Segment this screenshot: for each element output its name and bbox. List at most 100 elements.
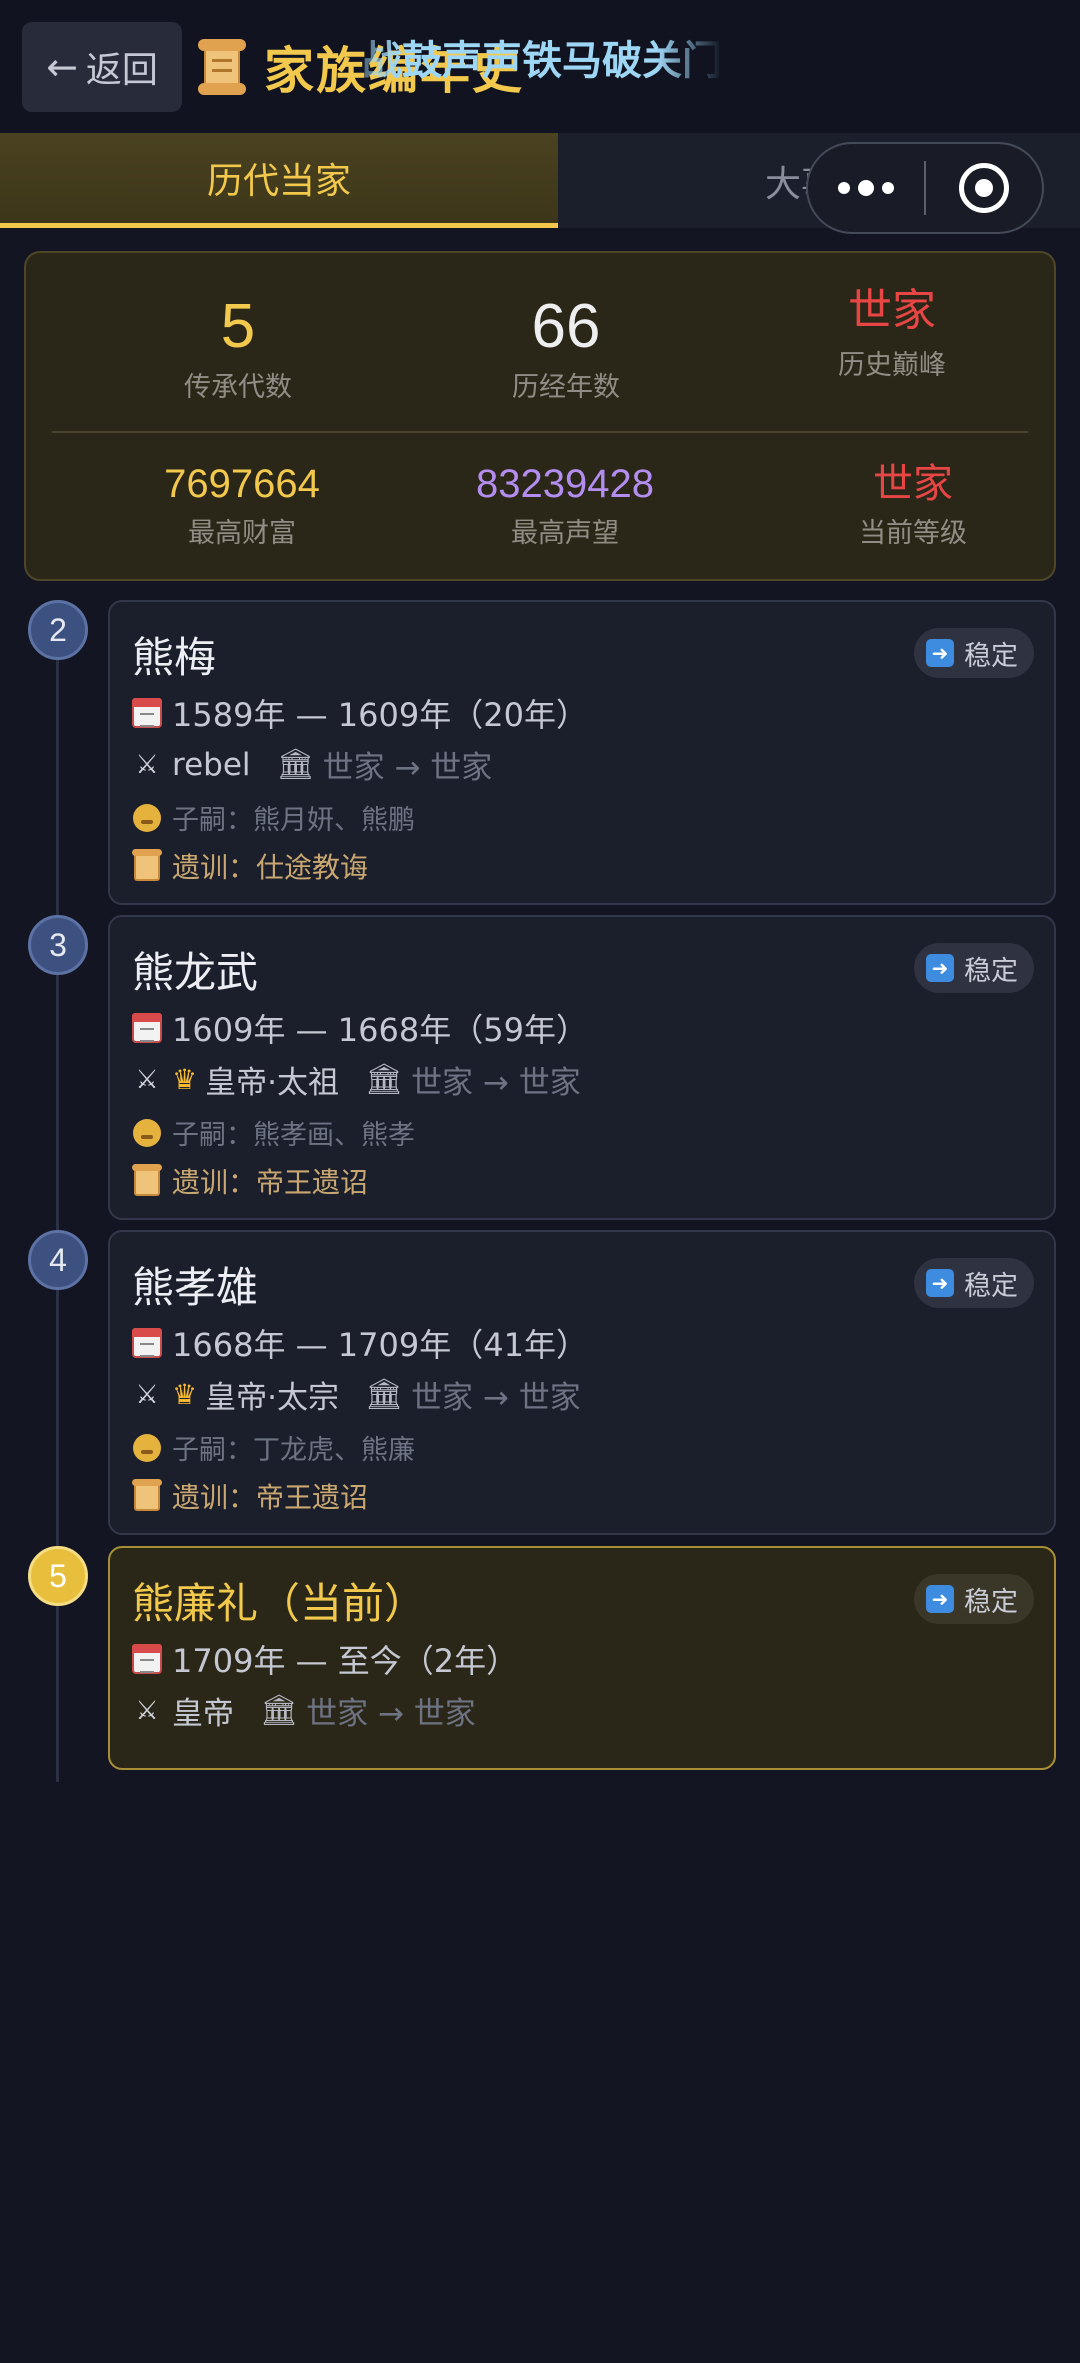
right-arrow-icon: ➜ bbox=[926, 1269, 954, 1297]
title-text: 皇帝 bbox=[172, 1696, 234, 1732]
status-badge: ➜ 稳定 bbox=[914, 628, 1034, 678]
calendar-icon bbox=[132, 1013, 162, 1043]
stat-level: 世家 当前等级 bbox=[763, 459, 1063, 550]
scroll-icon bbox=[132, 849, 162, 881]
head-name: 熊龙武 bbox=[132, 948, 259, 997]
dates-text: 1709年 — 至今（2年） bbox=[172, 1642, 519, 1680]
status-badge: ➜ 稳定 bbox=[914, 943, 1034, 993]
scrolling-banner: 战鼓声声铁马破关门 bbox=[362, 38, 722, 84]
level-text: 世家 → 世家 bbox=[322, 750, 493, 786]
crown-icon: ♛ bbox=[172, 1063, 198, 1096]
more-dots-icon bbox=[838, 182, 850, 194]
title-text: rebel bbox=[172, 746, 251, 783]
legacy-text: 遗训：帝王遗诏 bbox=[172, 1166, 369, 1199]
back-label: 返回 bbox=[85, 50, 158, 91]
head-name: 熊梅 bbox=[132, 633, 217, 682]
status-label: 稳定 bbox=[964, 1270, 1018, 1302]
stat-value: 世家 bbox=[873, 461, 953, 507]
right-arrow-icon: ➜ bbox=[926, 954, 954, 982]
status-label: 稳定 bbox=[964, 1586, 1018, 1618]
stats-panel: 5 传承代数 66 历经年数 世家 历史巅峰 7697664 最高财富 8323… bbox=[24, 251, 1056, 581]
temple-icon: 🏛 bbox=[276, 747, 315, 782]
heirs-row: 子嗣：丁龙虎、熊廉 bbox=[130, 1428, 415, 1467]
stat-peak: 世家 历史巅峰 bbox=[742, 283, 1042, 382]
crossed-swords-icon: ⚔ bbox=[135, 1064, 159, 1095]
miniprogram-capsule bbox=[806, 142, 1044, 234]
heirs-row: 子嗣：熊孝画、熊孝 bbox=[130, 1113, 415, 1152]
stat-label: 历经年数 bbox=[512, 372, 620, 403]
head-card[interactable]: 熊龙武 ➜ 稳定 1609年 — 1668年（59年） ⚔ ♛ 皇帝·太祖 🏛 … bbox=[108, 915, 1056, 1220]
crossed-swords-icon: ⚔ bbox=[135, 1379, 159, 1410]
stat-value: 7697664 bbox=[164, 462, 320, 506]
heirs-text: 子嗣：熊月妍、熊鹏 bbox=[172, 805, 415, 836]
stat-prestige: 83239428 最高声望 bbox=[415, 459, 715, 550]
stat-value: 83239428 bbox=[476, 462, 654, 506]
stat-label: 最高声望 bbox=[511, 518, 619, 549]
level-change: 🏛 世家 → 世家 bbox=[365, 1372, 581, 1417]
baby-icon bbox=[133, 803, 161, 832]
stat-label: 最高财富 bbox=[188, 518, 296, 549]
crossed-swords-icon: ⚔ bbox=[135, 1695, 159, 1726]
legacy-row: 遗训：帝王遗诏 bbox=[130, 1476, 368, 1516]
timeline-line bbox=[56, 640, 59, 1782]
head-card[interactable]: 熊梅 ➜ 稳定 1589年 — 1609年（20年） ⚔ rebel 🏛 世家 … bbox=[108, 600, 1056, 905]
stat-years: 66 历经年数 bbox=[416, 291, 716, 404]
stat-label: 当前等级 bbox=[859, 518, 967, 549]
stat-label: 传承代数 bbox=[184, 372, 292, 403]
head-card-current[interactable]: 熊廉礼（当前） ➜ 稳定 1709年 — 至今（2年） ⚔ 皇帝 🏛 世家 → … bbox=[108, 1546, 1056, 1770]
tab-heads[interactable]: 历代当家 bbox=[0, 133, 558, 228]
reign-dates: 1668年 — 1709年（41年） bbox=[130, 1320, 588, 1366]
generation-node: 4 bbox=[28, 1230, 88, 1290]
head-name: 熊孝雄 bbox=[132, 1263, 259, 1312]
legacy-text: 遗训：仕途教诲 bbox=[172, 851, 369, 884]
scroll-icon bbox=[132, 1164, 162, 1196]
title-row: ⚔ rebel 🏛 世家 → 世家 bbox=[130, 742, 492, 787]
level-change: 🏛 世家 → 世家 bbox=[365, 1057, 581, 1102]
legacy-row: 遗训：仕途教诲 bbox=[130, 846, 368, 886]
target-close-icon bbox=[958, 163, 1009, 213]
back-button[interactable]: ← 返回 bbox=[22, 22, 182, 112]
stats-divider bbox=[52, 431, 1028, 433]
title-row: ⚔ 皇帝 🏛 世家 → 世家 bbox=[130, 1688, 476, 1733]
dates-text: 1668年 — 1709年（41年） bbox=[172, 1326, 588, 1364]
calendar-icon bbox=[132, 1644, 162, 1674]
header: ← 返回 家族编年史 战鼓声声铁马破关门 bbox=[0, 0, 1080, 133]
baby-icon bbox=[133, 1433, 161, 1462]
stat-value: 66 bbox=[531, 292, 601, 361]
status-label: 稳定 bbox=[964, 640, 1018, 672]
generation-node: 3 bbox=[28, 915, 88, 975]
close-miniprogram-button[interactable] bbox=[926, 144, 1042, 232]
dates-text: 1609年 — 1668年（59年） bbox=[172, 1011, 588, 1049]
status-badge: ➜ 稳定 bbox=[914, 1574, 1034, 1624]
title-text: 皇帝·太祖 bbox=[205, 1065, 339, 1101]
legacy-text: 遗训：帝王遗诏 bbox=[172, 1481, 369, 1514]
level-text: 世家 → 世家 bbox=[411, 1380, 581, 1416]
temple-icon: 🏛 bbox=[364, 1062, 404, 1097]
level-change: 🏛 世家 → 世家 bbox=[277, 742, 493, 787]
head-card[interactable]: 熊孝雄 ➜ 稳定 1668年 — 1709年（41年） ⚔ ♛ 皇帝·太宗 🏛 … bbox=[108, 1230, 1056, 1535]
crossed-swords-icon: ⚔ bbox=[135, 749, 159, 780]
level-text: 世家 → 世家 bbox=[306, 1696, 476, 1732]
stat-value: 5 bbox=[220, 292, 256, 361]
more-menu-button[interactable] bbox=[808, 144, 924, 232]
calendar-icon bbox=[132, 1328, 162, 1358]
reign-dates: 1609年 — 1668年（59年） bbox=[130, 1005, 588, 1051]
title-text: 皇帝·太宗 bbox=[205, 1380, 339, 1416]
reign-dates: 1709年 — 至今（2年） bbox=[130, 1636, 518, 1682]
title-row: ⚔ ♛ 皇帝·太宗 🏛 世家 → 世家 bbox=[130, 1372, 581, 1417]
right-arrow-icon: ➜ bbox=[926, 639, 954, 667]
level-change: 🏛 世家 → 世家 bbox=[260, 1688, 476, 1733]
temple-icon: 🏛 bbox=[260, 1693, 299, 1728]
heirs-text: 子嗣：熊孝画、熊孝 bbox=[172, 1120, 415, 1151]
stat-generations: 5 传承代数 bbox=[88, 291, 388, 404]
reign-dates: 1589年 — 1609年（20年） bbox=[130, 690, 588, 736]
level-text: 世家 → 世家 bbox=[411, 1065, 581, 1101]
stat-label: 历史巅峰 bbox=[838, 350, 946, 381]
stat-wealth: 7697664 最高财富 bbox=[92, 459, 392, 550]
head-name: 熊廉礼（当前） bbox=[132, 1579, 427, 1628]
calendar-icon bbox=[132, 698, 162, 728]
crown-icon: ♛ bbox=[172, 1378, 198, 1411]
back-arrow-icon: ← bbox=[46, 45, 78, 89]
scroll-icon bbox=[132, 1479, 162, 1511]
stat-value: 世家 bbox=[848, 285, 936, 336]
